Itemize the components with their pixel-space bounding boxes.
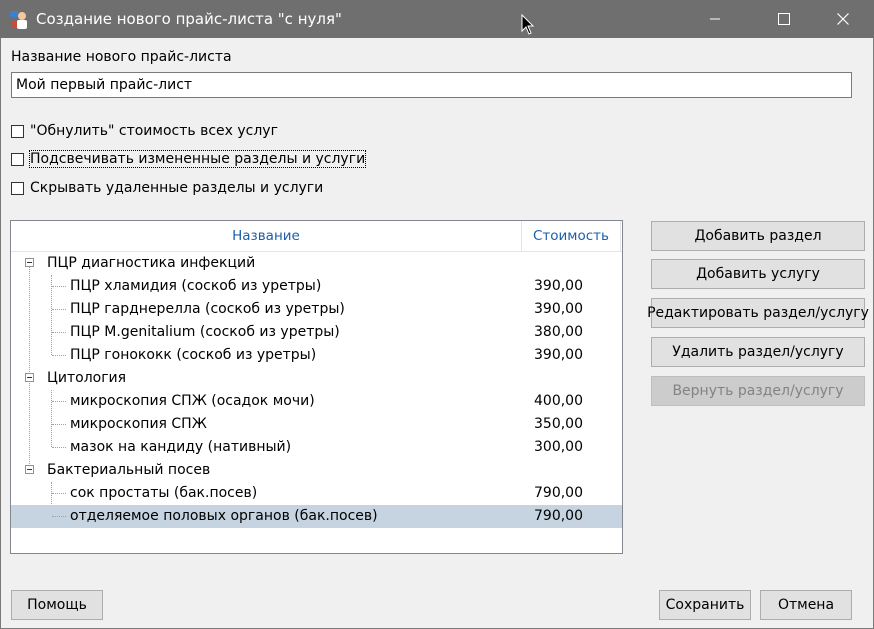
price-list-name-label: Название нового прайс-листа — [11, 49, 232, 65]
collapse-icon[interactable] — [25, 465, 34, 474]
tree-connector — [52, 493, 66, 494]
tree-connector — [52, 401, 66, 402]
item-name: ПЦР хламидия (соскоб из уретры) — [70, 278, 322, 294]
delete-section-service-button[interactable]: Удалить раздел/услугу — [651, 337, 865, 367]
tree-connector — [52, 332, 66, 333]
highlight-changes-label: Подсвечивать измененные разделы и услуги — [28, 150, 367, 168]
edit-section-service-button[interactable]: Редактировать раздел/услугу — [647, 298, 869, 328]
item-cost: 350,00 — [534, 416, 583, 432]
item-name: отделяемое половых органов (бак.посев) — [70, 508, 378, 524]
item-name: мазок на кандиду (нативный) — [70, 439, 292, 455]
tree-item-row-selected[interactable]: отделяемое половых органов (бак.посев) 7… — [11, 505, 622, 528]
tree-connector — [52, 516, 66, 517]
collapse-icon[interactable] — [25, 373, 34, 382]
hide-deleted-checkbox[interactable] — [11, 181, 24, 195]
tree-connector — [52, 355, 66, 356]
tree-section-row[interactable]: ПЦР диагностика инфекций — [11, 252, 622, 275]
save-button[interactable]: Сохранить — [659, 590, 751, 620]
hide-deleted-label: Скрывать удаленные разделы и услуги — [30, 180, 324, 196]
tree-item-row[interactable]: ПЦР гарднерелла (соскоб из уретры) 390,0… — [11, 298, 622, 321]
column-header-name[interactable]: Название — [11, 221, 522, 251]
item-cost: 790,00 — [534, 485, 583, 501]
item-cost: 390,00 — [534, 301, 583, 317]
tree-item-row[interactable]: микроскопия СПЖ (осадок мочи) 400,00 — [11, 390, 622, 413]
section-name: Цитология — [47, 370, 127, 386]
maximize-icon — [778, 13, 790, 25]
close-button[interactable] — [820, 0, 866, 38]
help-button[interactable]: Помощь — [11, 590, 103, 620]
minimize-button[interactable] — [692, 0, 738, 38]
title-bar: Создание нового прайс-листа "с нуля" — [0, 0, 874, 38]
reset-cost-label: "Обнулить" стоимость всех услуг — [30, 123, 278, 139]
tree-connector — [52, 286, 66, 287]
cancel-button[interactable]: Отмена — [760, 590, 852, 620]
item-cost: 390,00 — [534, 347, 583, 363]
tree-item-row[interactable]: ПЦР хламидия (соскоб из уретры) 390,00 — [11, 275, 622, 298]
item-cost: 390,00 — [534, 278, 583, 294]
tree-header: Название Стоимость — [11, 221, 622, 252]
close-icon — [837, 13, 849, 25]
app-icon — [10, 11, 27, 29]
highlight-changes-checkbox-row[interactable]: Подсвечивать измененные разделы и услуги — [11, 150, 367, 168]
section-name: ПЦР диагностика инфекций — [47, 255, 256, 271]
column-header-cost[interactable]: Стоимость — [522, 221, 621, 251]
item-cost: 300,00 — [534, 439, 583, 455]
item-cost: 400,00 — [534, 393, 583, 409]
section-name: Бактериальный посев — [47, 462, 211, 478]
reset-cost-checkbox[interactable] — [11, 124, 24, 138]
tree-connector — [52, 309, 66, 310]
mouse-cursor-icon — [521, 14, 535, 35]
collapse-icon[interactable] — [25, 258, 34, 267]
tree-connector — [52, 424, 66, 425]
price-list-name-input[interactable]: Мой первый прайс-лист — [11, 72, 852, 98]
item-name: ПЦР гарднерелла (соскоб из уретры) — [70, 301, 345, 317]
maximize-button[interactable] — [761, 0, 807, 38]
item-name: ПЦР гонококк (соскоб из уретры) — [70, 347, 317, 363]
tree-item-row[interactable]: мазок на кандиду (нативный) 300,00 — [11, 436, 622, 459]
minimize-icon — [710, 18, 720, 20]
tree-connector — [52, 447, 66, 448]
window-title: Создание нового прайс-листа "с нуля" — [36, 10, 342, 28]
tree-item-row[interactable]: микроскопия СПЖ 350,00 — [11, 413, 622, 436]
tree-item-row[interactable]: ПЦР гонококк (соскоб из уретры) 390,00 — [11, 344, 622, 367]
item-cost: 790,00 — [534, 508, 583, 524]
item-name: микроскопия СПЖ — [70, 416, 207, 432]
price-tree[interactable]: Название Стоимость ПЦР диагностика инфек… — [10, 220, 623, 554]
tree-item-row[interactable]: ПЦР M.genitalium (соскоб из уретры) 380,… — [11, 321, 622, 344]
tree-section-row[interactable]: Цитология — [11, 367, 622, 390]
restore-section-service-button[interactable]: Вернуть раздел/услугу — [651, 376, 865, 406]
hide-deleted-checkbox-row[interactable]: Скрывать удаленные разделы и услуги — [11, 179, 323, 197]
add-section-button[interactable]: Добавить раздел — [651, 221, 865, 251]
item-name: сок простаты (бак.посев) — [70, 485, 258, 501]
item-name: микроскопия СПЖ (осадок мочи) — [70, 393, 315, 409]
reset-cost-checkbox-row[interactable]: "Обнулить" стоимость всех услуг — [11, 122, 278, 140]
add-service-button[interactable]: Добавить услугу — [651, 259, 865, 289]
highlight-changes-checkbox[interactable] — [11, 152, 24, 166]
tree-section-row[interactable]: Бактериальный посев — [11, 459, 622, 482]
item-cost: 380,00 — [534, 324, 583, 340]
tree-item-row[interactable]: сок простаты (бак.посев) 790,00 — [11, 482, 622, 505]
item-name: ПЦР M.genitalium (соскоб из уретры) — [70, 324, 340, 340]
